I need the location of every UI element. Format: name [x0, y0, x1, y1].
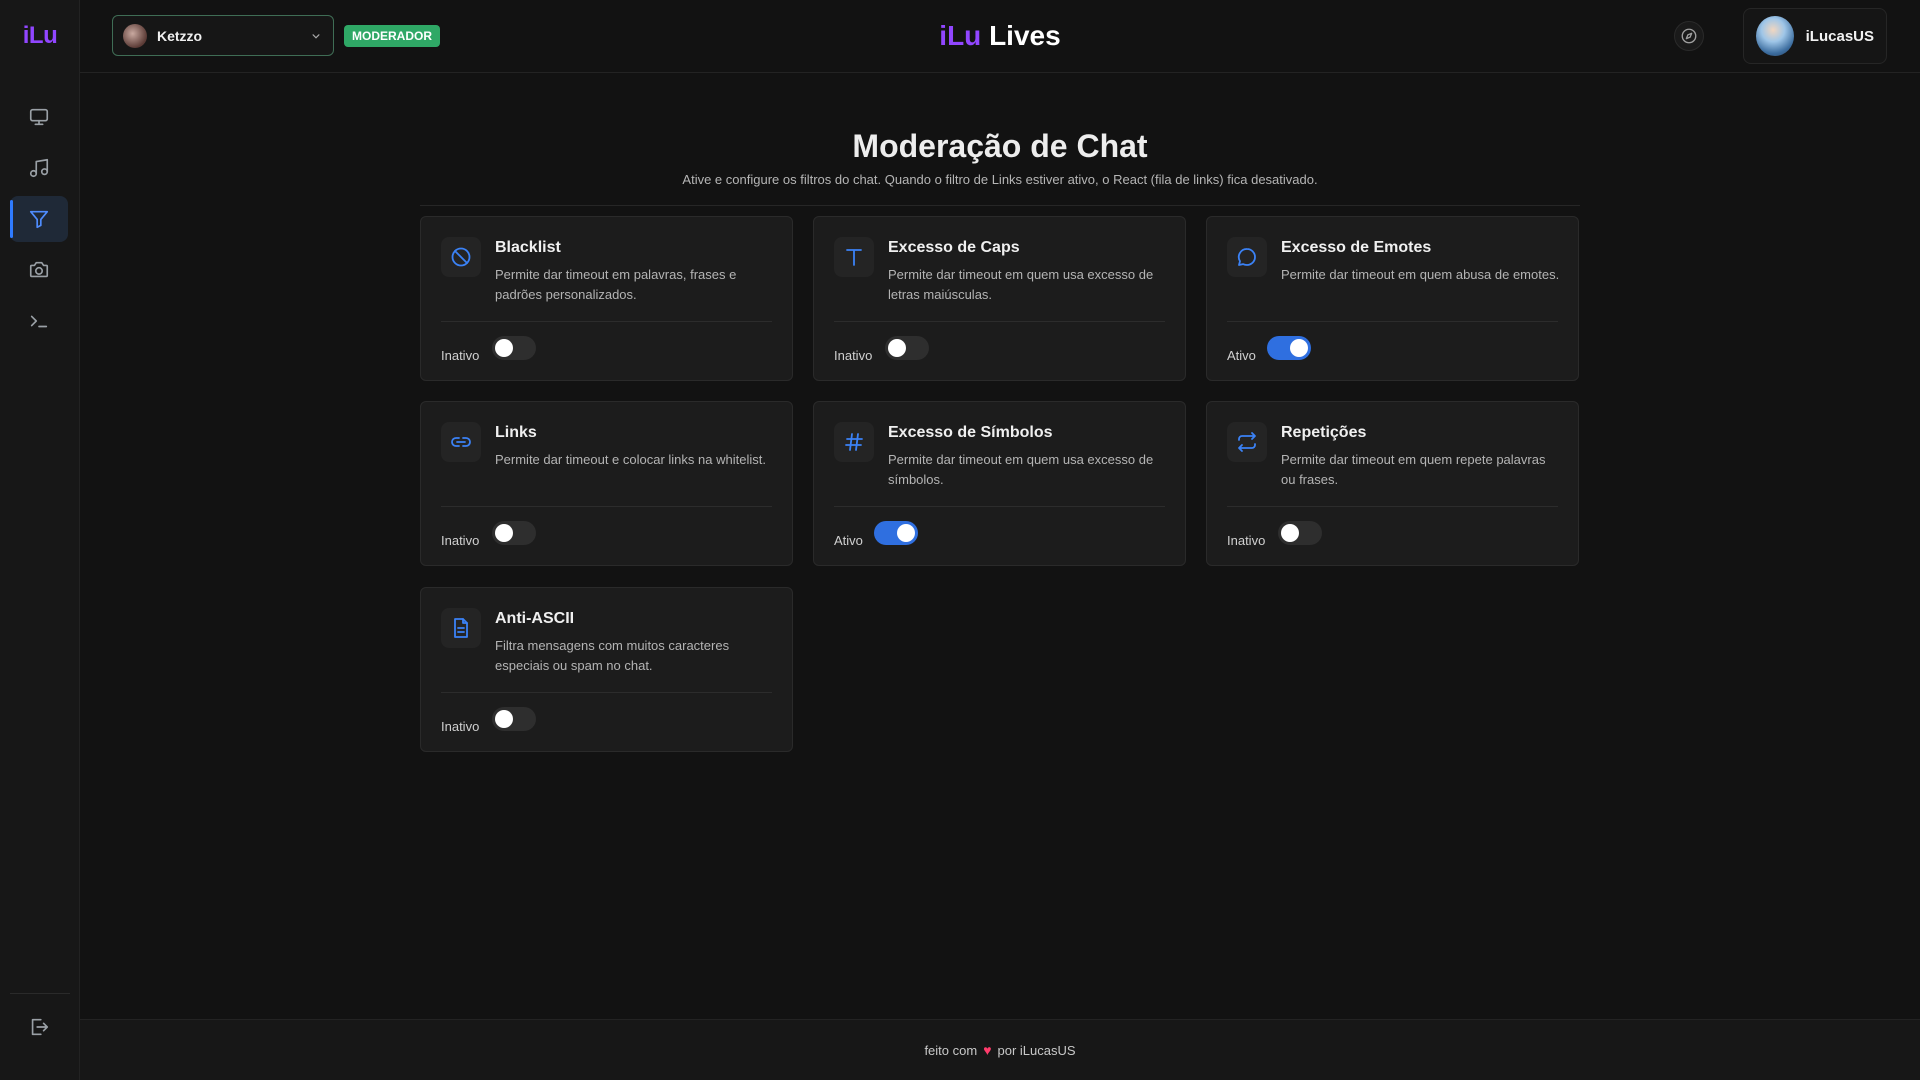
user-avatar [1756, 16, 1794, 56]
user-menu[interactable]: iLucasUS [1743, 8, 1887, 64]
card-status: Inativo [441, 533, 480, 548]
toggle-switch[interactable] [492, 336, 536, 360]
card-description: Permite dar timeout em quem repete palav… [1281, 452, 1546, 487]
brand-part-1: iLu [939, 20, 982, 51]
footer: feito com ♥ por iLucasUS [80, 1019, 1920, 1080]
card-title: Blacklist [495, 239, 561, 256]
logout-icon [31, 1018, 49, 1036]
card-description: Permite dar timeout em palavras, frases … [495, 267, 737, 302]
card-description: Permite dar timeout em quem abusa de emo… [1281, 267, 1560, 282]
card-icon-box [441, 422, 481, 462]
toggle-switch[interactable] [492, 521, 536, 545]
sidebar-item-terminal[interactable] [10, 298, 68, 344]
ban-icon [451, 247, 471, 267]
card-icon-box [1227, 237, 1267, 277]
toggle-knob [1281, 524, 1299, 542]
toggle-knob [495, 339, 513, 357]
brand-part-2: Lives [989, 20, 1061, 51]
link-icon [451, 437, 471, 447]
toggle-knob [495, 710, 513, 728]
card-divider [834, 506, 1165, 507]
card-icon-box [441, 237, 481, 277]
card-status: Inativo [441, 719, 480, 734]
card-icon-box [441, 608, 481, 648]
card-description: Filtra mensagens com muitos caracteres e… [495, 638, 730, 673]
toggle-knob [888, 339, 906, 357]
page-title: Moderação de Chat [852, 128, 1148, 164]
card-status: Inativo [441, 348, 480, 363]
page-subtitle: Ative e configure os filtros do chat. Qu… [682, 172, 1318, 187]
sidebar-item-music[interactable] [10, 145, 68, 191]
hash-icon [845, 433, 863, 451]
card-title: Repetições [1281, 424, 1367, 441]
filter-icon [29, 210, 49, 229]
card-status: Inativo [1227, 533, 1266, 548]
repeat-icon [1238, 432, 1256, 452]
card-icon-box [834, 237, 874, 277]
text-icon [846, 249, 862, 266]
heart-icon: ♥ [983, 1042, 992, 1058]
terminal-icon [30, 315, 48, 328]
logout-button[interactable] [10, 1004, 68, 1050]
card-description: Permite dar timeout em quem usa excesso … [888, 452, 1154, 487]
brand-logo: iLu Lives [80, 20, 1920, 52]
sidebar-item-monitor[interactable] [10, 94, 68, 140]
card-divider [441, 321, 772, 322]
chat-bubble-icon [1237, 248, 1256, 266]
card-status: Ativo [834, 533, 863, 548]
card-title: Links [495, 424, 537, 441]
footer-suffix: por iLucasUS [997, 1042, 1076, 1058]
card-status: Inativo [834, 348, 873, 363]
card-title: Anti-ASCII [495, 610, 575, 627]
toggle-switch[interactable] [1267, 336, 1311, 360]
toggle-switch[interactable] [885, 336, 929, 360]
sidebar-divider [10, 993, 70, 994]
sidebar-item-filter[interactable] [10, 196, 68, 242]
card-title: Excesso de Caps [888, 239, 1020, 256]
toggle-knob [495, 524, 513, 542]
camera-icon [29, 261, 49, 278]
card-icon-box [1227, 422, 1267, 462]
filter-card-caps: Excesso de Caps Permite dar timeout em q… [813, 216, 1186, 381]
card-title: Excesso de Emotes [1281, 239, 1432, 256]
sidebar: iLu [0, 0, 80, 1080]
filter-card-symbols: Excesso de Símbolos Permite dar timeout … [813, 401, 1186, 566]
card-status: Ativo [1227, 348, 1256, 363]
card-icon-box [834, 422, 874, 462]
filter-card-blacklist: Blacklist Permite dar timeout em palavra… [420, 216, 793, 381]
toggle-knob [1290, 339, 1308, 357]
app-root: iLu Ketzzo MODERADOR iLu Lives iLucasUS … [0, 0, 1920, 1080]
filter-card-anti-ascii: Anti-ASCII Filtra mensagens com muitos c… [420, 587, 793, 752]
card-description: Permite dar timeout e colocar links na w… [495, 452, 766, 467]
card-divider [441, 506, 772, 507]
filter-card-links: Links Permite dar timeout e colocar link… [420, 401, 793, 566]
sidebar-item-camera[interactable] [10, 247, 68, 293]
card-description: Permite dar timeout em quem usa excesso … [888, 267, 1154, 302]
card-divider [834, 321, 1165, 322]
monitor-icon [29, 108, 49, 126]
filter-card-emotes: Excesso de Emotes Permite dar timeout em… [1206, 216, 1579, 381]
toggle-switch[interactable] [874, 521, 918, 545]
toggle-switch[interactable] [1278, 521, 1322, 545]
title-divider [420, 205, 1580, 206]
footer-prefix: feito com [924, 1042, 978, 1058]
music-icon [29, 158, 49, 178]
user-name: iLucasUS [1805, 27, 1874, 45]
toggle-knob [897, 524, 915, 542]
compass-icon [1681, 28, 1697, 44]
card-divider [1227, 506, 1558, 507]
explore-button[interactable] [1674, 21, 1704, 51]
filter-card-repeats: Repetições Permite dar timeout em quem r… [1206, 401, 1579, 566]
card-divider [1227, 321, 1558, 322]
toggle-switch[interactable] [492, 707, 536, 731]
top-header: Ketzzo MODERADOR iLu Lives iLucasUS [80, 0, 1920, 73]
sidebar-logo[interactable]: iLu [0, 22, 80, 50]
document-icon [454, 618, 468, 638]
card-divider [441, 692, 772, 693]
card-title: Excesso de Símbolos [888, 424, 1053, 441]
